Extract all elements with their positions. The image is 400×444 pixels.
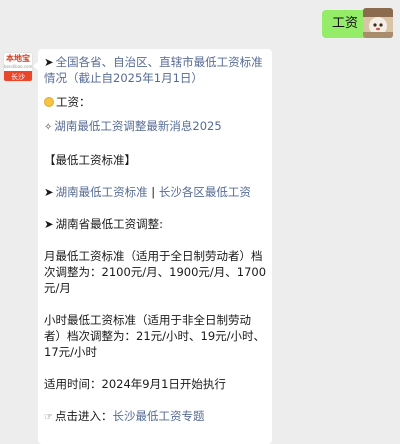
topic-link-line: ☞ 点击进入：长沙最低工资专题 bbox=[44, 408, 266, 426]
national-wage-link-line1[interactable]: 全国各省、自治区、直辖市最低工资标准 bbox=[56, 55, 263, 69]
sparkle-icon: ✧ bbox=[44, 122, 53, 133]
national-link-line[interactable]: ➤ 全国各省、自治区、直辖市最低工资标准 bbox=[44, 54, 266, 70]
user-avatar[interactable] bbox=[363, 8, 393, 38]
standard-links-line: ➤ 湖南最低工资标准 | 长沙各区最低工资 bbox=[44, 184, 266, 200]
outgoing-message-bubble[interactable]: 工资 bbox=[322, 10, 374, 38]
logo-text: 本地宝 bbox=[6, 54, 30, 63]
arrow-right-icon: ➤ bbox=[44, 55, 54, 69]
incoming-message-bubble: ➤ 全国各省、自治区、直辖市最低工资标准 情况（截止自2025年1月1日） 工资：… bbox=[33, 49, 272, 444]
hourly-wage-line2: 者）档次调整为：21元/小时、19元/小时、 bbox=[44, 329, 266, 343]
national-link-line-2[interactable]: 情况（截止自2025年1月1日） bbox=[44, 70, 266, 86]
monthly-wage-line2: 次调整为：2100元/月、1900元/月、1700 bbox=[44, 265, 267, 279]
monthly-wage-line1: 月最低工资标准（适用于全日制劳动者）档 bbox=[44, 249, 263, 263]
outgoing-message-text: 工资 bbox=[332, 16, 359, 31]
logo-subtext: bendibao.com bbox=[4, 64, 33, 69]
bendibao-avatar[interactable]: 本地宝 bendibao.com 长沙 bbox=[3, 52, 33, 82]
click-prefix: 点击进入： bbox=[54, 409, 113, 423]
arrow-right-icon: ➤ bbox=[44, 217, 54, 231]
hunan-latest-link[interactable]: 湖南最低工资调整最新消息2025 bbox=[54, 119, 221, 133]
city-label: 长沙 bbox=[4, 71, 32, 81]
monthly-wage-line3: 元/月 bbox=[44, 281, 71, 295]
user-avatar-image bbox=[363, 8, 393, 38]
pointing-hand-icon: ☞ bbox=[44, 412, 53, 423]
coin-icon bbox=[44, 97, 54, 107]
section-title: 【最低工资标准】 bbox=[44, 153, 136, 167]
hourly-wage-line3: 17元/小时 bbox=[44, 345, 98, 359]
effective-date: 适用时间：2024年9月1日开始执行 bbox=[44, 377, 226, 391]
hourly-wage-line1: 小时最低工资标准（适用于非全日制劳动 bbox=[44, 313, 251, 327]
hunan-standard-link[interactable]: 湖南最低工资标准 bbox=[56, 185, 148, 199]
latest-news-line[interactable]: ✧ 湖南最低工资调整最新消息2025 bbox=[44, 118, 266, 136]
national-wage-link-line2[interactable]: 情况（截止自2025年1月1日） bbox=[44, 71, 203, 85]
salary-label: 工资： bbox=[56, 95, 91, 109]
salary-label-line: 工资： bbox=[44, 94, 266, 110]
link-separator: | bbox=[147, 185, 159, 199]
bendibao-logo: 本地宝 bendibao.com bbox=[4, 53, 32, 71]
changsha-areas-link[interactable]: 长沙各区最低工资 bbox=[159, 185, 251, 199]
hunan-adjust-title-line: ➤ 湖南省最低工资调整: bbox=[44, 216, 266, 232]
changsha-topic-link[interactable]: 长沙最低工资专题 bbox=[112, 409, 204, 423]
hunan-adjust-title: 湖南省最低工资调整: bbox=[55, 217, 164, 231]
arrow-right-icon: ➤ bbox=[44, 185, 54, 199]
